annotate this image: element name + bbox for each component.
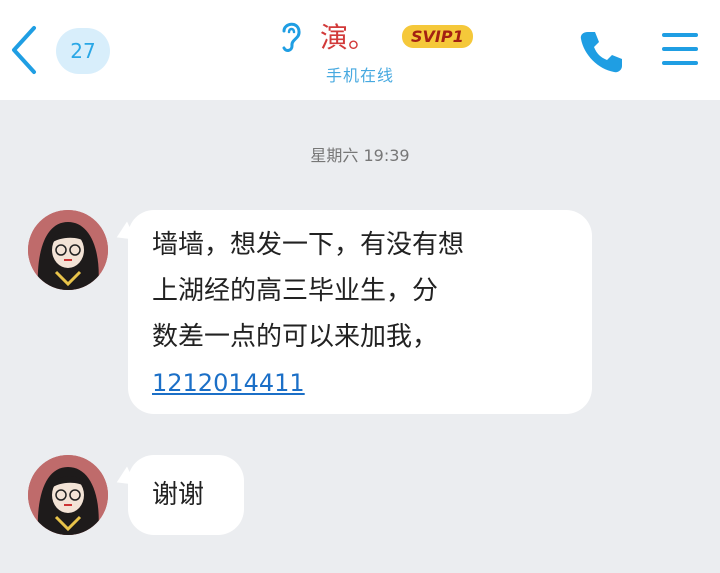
- phone-icon[interactable]: [578, 28, 624, 74]
- ear-icon: [282, 22, 301, 52]
- message-link-number[interactable]: 1212014411: [152, 360, 592, 406]
- message-bubble[interactable]: 谢谢: [112, 455, 244, 535]
- chat-header: 27 演。 SVIP1 手机在线: [0, 0, 720, 100]
- contact-name: 演。: [320, 21, 377, 54]
- message-text: 墙墙，想发一下，有没有想 上湖经的高三毕业生，分 数差一点的可以来加我，: [152, 230, 465, 352]
- message-timestamp: 星期六 19:39: [310, 146, 410, 165]
- menu-icon[interactable]: [662, 33, 698, 67]
- message-text: 谢谢: [152, 480, 205, 510]
- message-bubble[interactable]: 墙墙，想发一下，有没有想 上湖经的高三毕业生，分 数差一点的可以来加我， 121…: [112, 210, 592, 414]
- avatar[interactable]: [28, 210, 108, 290]
- contact-title[interactable]: 演。 SVIP1: [276, 18, 473, 54]
- avatar[interactable]: [28, 455, 108, 535]
- vip-badge: SVIP1: [402, 24, 473, 48]
